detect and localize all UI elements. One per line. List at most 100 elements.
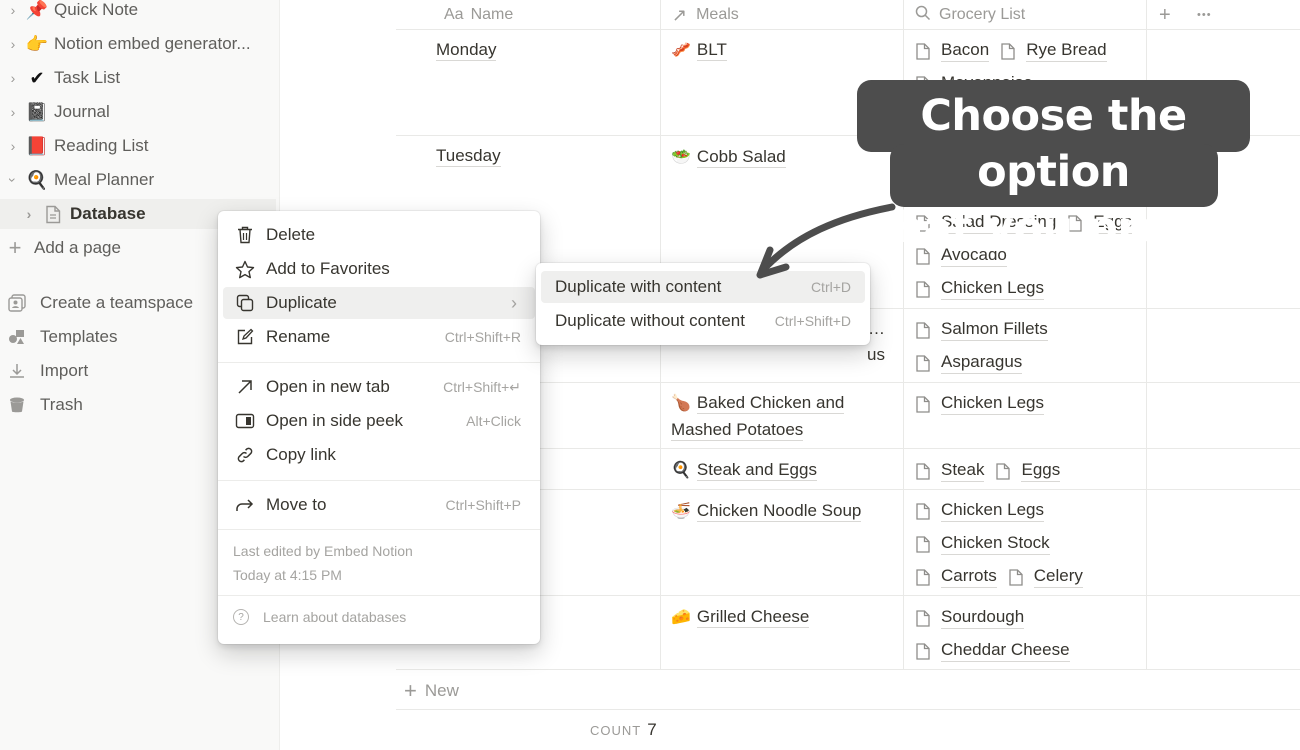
templates-icon — [4, 327, 30, 347]
grocery-item[interactable]: Chicken Legs — [941, 393, 1045, 415]
meal-text: Baked Chicken and Mashed Potatoes — [671, 393, 845, 441]
sidebar-item-label: Import — [40, 361, 89, 380]
menu-item-add-to-favorites[interactable]: Add to Favorites — [223, 253, 535, 285]
row-divider — [396, 29, 1300, 30]
grocery-item[interactable]: Cheddar Cheese — [941, 640, 1070, 662]
meal-text: Chicken Noodle Soup — [696, 501, 862, 522]
chevron-right-icon[interactable]: › — [6, 138, 20, 154]
column-header-label: Name — [470, 6, 514, 23]
plus-icon: + — [404, 678, 417, 703]
more-options-button[interactable]: ••• — [1197, 0, 1212, 30]
page-icon — [916, 642, 930, 660]
menu-item-label: Rename — [266, 327, 331, 346]
column-header-label: Grocery List — [939, 6, 1026, 23]
table-row-name[interactable]: Monday — [436, 40, 497, 61]
menu-shortcut: Alt+Click — [466, 413, 521, 429]
callout-line: Choose the option — [920, 91, 1187, 197]
grocery-item[interactable]: Chicken Legs — [941, 500, 1045, 522]
column-header-grocery-list[interactable]: Grocery List — [915, 0, 1025, 30]
meal-text: Cobb Salad — [696, 147, 786, 168]
meal-link[interactable]: 🍗 Baked Chicken and Mashed Potatoes — [671, 390, 891, 443]
menu-shortcut: Ctrl+Shift+R — [444, 329, 521, 345]
chevron-right-icon[interactable]: › — [6, 70, 20, 86]
teamspace-icon — [4, 293, 30, 313]
table-row-name[interactable]: Tuesday — [436, 146, 501, 167]
frying-pan-icon: 🍳 — [25, 169, 49, 190]
open-arrow-icon — [233, 379, 257, 395]
menu-item-open-in-side-peek[interactable]: Open in side peek Alt+Click — [223, 405, 535, 437]
duplicate-without-content-option[interactable]: Duplicate without content Ctrl+Shift+D — [541, 305, 865, 337]
page-icon — [40, 205, 66, 224]
grocery-line: Chicken Legs — [916, 393, 1045, 415]
menu-divider — [218, 529, 540, 530]
grocery-line: Chicken Legs — [916, 500, 1045, 522]
menu-item-move-to[interactable]: Move to Ctrl+Shift+P — [223, 489, 535, 521]
sidebar-item-label: Quick Note — [54, 0, 139, 19]
column-header-name[interactable]: Aa Name — [444, 0, 513, 30]
count-summary[interactable]: COUNT 7 — [590, 720, 657, 740]
column-header-label: Meals — [696, 6, 739, 23]
chevron-right-icon[interactable]: › — [6, 104, 20, 120]
menu-item-duplicate[interactable]: Duplicate › — [223, 287, 535, 319]
grocery-item[interactable]: Celery — [1033, 566, 1083, 588]
poultry-leg-icon: 🍗 — [671, 395, 691, 412]
relation-arrow-icon: ↗ — [672, 4, 688, 25]
meal-link[interactable]: 🥓 BLT — [671, 37, 727, 64]
callout-arrow-icon — [756, 203, 896, 279]
chevron-right-icon[interactable]: › — [6, 36, 20, 52]
help-icon: ? — [233, 609, 249, 625]
sidebar-item-task-list[interactable]: › ✔ Task List — [0, 63, 276, 93]
chevron-right-icon[interactable]: › — [22, 206, 36, 222]
grocery-item[interactable]: Eggs — [1021, 460, 1061, 482]
sidebar-item-meal-planner[interactable]: › 🍳 Meal Planner — [0, 165, 276, 195]
sidebar-item-reading-list[interactable]: › 📕 Reading List — [0, 131, 276, 161]
chevron-right-icon[interactable]: › — [6, 2, 20, 18]
menu-item-rename[interactable]: Rename Ctrl+Shift+R — [223, 321, 535, 353]
page-icon — [916, 609, 930, 627]
menu-item-label: Open in side peek — [266, 411, 404, 430]
grocery-item[interactable]: Salmon Fillets — [941, 319, 1048, 341]
menu-item-copy-link[interactable]: Copy link — [223, 439, 535, 471]
meal-link[interactable]: 🍜 Chicken Noodle Soup — [671, 498, 862, 525]
meal-link[interactable]: 🍳 Steak and Eggs — [671, 457, 817, 484]
menu-shortcut: Ctrl+Shift+D — [774, 313, 851, 329]
grocery-item[interactable]: Rye Bread — [1026, 40, 1107, 62]
menu-item-label: Duplicate — [266, 293, 337, 312]
trash-icon — [4, 396, 30, 414]
page-icon — [916, 354, 930, 372]
menu-item-delete[interactable]: Delete — [223, 219, 535, 251]
learn-about-databases-link[interactable]: ? Learn about databases — [233, 609, 406, 625]
grocery-item[interactable]: Carrots — [941, 566, 997, 588]
grocery-line: Carrots Celery — [916, 566, 1083, 588]
grocery-item[interactable]: Chicken Stock — [941, 533, 1050, 555]
meal-link[interactable]: 🧀 Grilled Cheese — [671, 604, 810, 631]
sidebar-item-label: Reading List — [54, 136, 149, 155]
sidebar-item-quick-note[interactable]: › 📌 Quick Note — [0, 0, 276, 25]
chevron-down-icon[interactable]: › — [5, 173, 21, 187]
page-icon — [916, 395, 930, 413]
grocery-item[interactable]: Asparagus — [941, 352, 1023, 374]
sidebar-item-journal[interactable]: › 📓 Journal — [0, 97, 276, 127]
page-icon — [996, 462, 1011, 480]
column-header-meals[interactable]: ↗ Meals — [672, 0, 739, 30]
page-icon — [1009, 568, 1023, 586]
new-row-button[interactable]: + New — [404, 678, 459, 704]
grocery-item[interactable]: Chicken Legs — [941, 278, 1045, 300]
grocery-item[interactable]: Sourdough — [941, 607, 1025, 629]
move-arrow-icon — [233, 497, 257, 513]
sidebar-item-notion-embed-generator[interactable]: › 👉 Notion embed generator... — [0, 29, 276, 59]
page-icon — [916, 535, 930, 553]
menu-item-open-in-new-tab[interactable]: Open in new tab Ctrl+Shift+↵ — [223, 371, 535, 403]
row-name-text: Tuesday — [436, 146, 501, 167]
meal-link[interactable]: 🥗 Cobb Salad — [671, 144, 786, 171]
sidebar-item-label: Meal Planner — [54, 170, 155, 189]
grocery-item[interactable]: Steak — [941, 460, 985, 482]
pushpin-icon: 📌 — [25, 0, 49, 20]
grocery-line: Salmon Fillets — [916, 319, 1048, 341]
page-icon — [916, 321, 930, 339]
learn-label: Learn about databases — [263, 609, 407, 625]
meal-text: BLT — [696, 40, 727, 61]
grocery-item[interactable]: Bacon — [941, 40, 990, 62]
meal-text: Grilled Cheese — [696, 607, 810, 628]
add-column-button[interactable]: + — [1159, 0, 1171, 30]
